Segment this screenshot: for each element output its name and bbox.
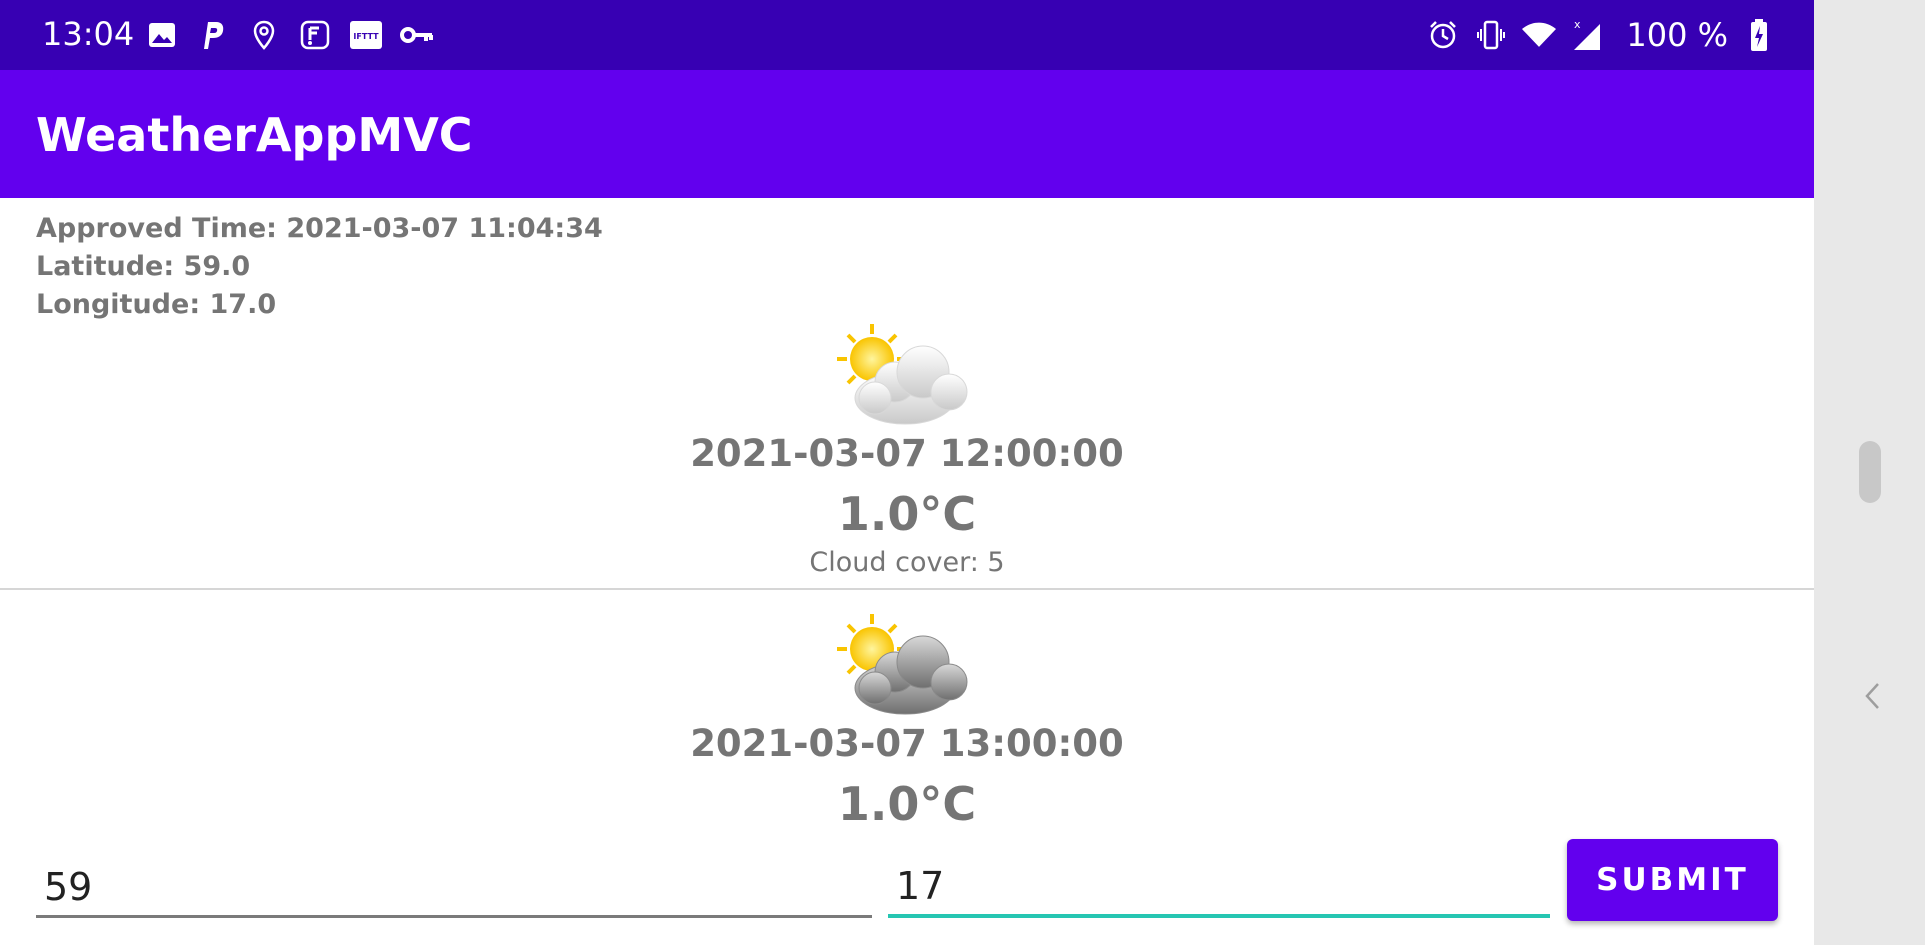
longitude-input[interactable]: [888, 858, 1550, 918]
svg-text:IFTTT: IFTTT: [353, 32, 379, 41]
submit-button[interactable]: SUBMIT: [1567, 839, 1778, 921]
p-app-icon: [195, 17, 231, 53]
chevron-left-icon[interactable]: [1858, 676, 1886, 716]
latitude-label: Latitude: 59.0: [36, 251, 251, 282]
status-time: 13:04: [42, 15, 135, 53]
vibrate-icon: [1474, 17, 1508, 53]
forecast-temperature: 1.0°C: [837, 487, 977, 541]
forecast-temperature: 1.0°C: [837, 777, 977, 831]
app-bar: WeatherAppMVC: [0, 70, 1814, 198]
battery-percentage: 100 %: [1626, 16, 1728, 54]
wifi-icon: [1522, 17, 1557, 53]
system-icons: x 100 %: [1426, 17, 1776, 53]
list-divider: [0, 588, 1814, 590]
forecast-info: Approved Time: 2021-03-07 11:04:34 Latit…: [36, 210, 603, 324]
list-item: 2021-03-07 12:00:00 1.0°C Cloud cover: 5: [0, 320, 1814, 588]
sun-dark-cloud-icon: [837, 614, 968, 715]
location-pin-icon: [246, 17, 282, 53]
latitude-input[interactable]: [36, 858, 872, 918]
cell-signal-icon: x: [1570, 17, 1604, 53]
notification-icons: IFTTT: [144, 17, 435, 53]
svg-text:x: x: [1574, 18, 1581, 31]
ifttt-icon: IFTTT: [348, 17, 384, 53]
app-title: WeatherAppMVC: [36, 108, 473, 162]
key-icon: [399, 17, 435, 53]
list-item: 2021-03-07 13:00:00 1.0°C: [0, 610, 1814, 840]
longitude-label: Longitude: 17.0: [36, 289, 277, 320]
alarm-icon: [1426, 17, 1460, 53]
forecast-list[interactable]: 2021-03-07 12:00:00 1.0°C Cloud cover: 5…: [0, 320, 1814, 840]
image-icon: [144, 17, 180, 53]
partly-cloudy-sun-icon: [837, 324, 968, 425]
scroll-handle[interactable]: [1859, 441, 1881, 503]
forecast-cloud-cover: Cloud cover: 5: [809, 547, 1005, 578]
approved-time-label: Approved Time: 2021-03-07 11:04:34: [36, 213, 603, 244]
battery-charging-icon: [1742, 17, 1776, 53]
forecast-time: 2021-03-07 12:00:00: [690, 432, 1124, 475]
foursquare-icon: [297, 17, 333, 53]
status-bar: 13:04 IFTTT x 100 %: [0, 0, 1814, 70]
forecast-time: 2021-03-07 13:00:00: [690, 722, 1124, 765]
